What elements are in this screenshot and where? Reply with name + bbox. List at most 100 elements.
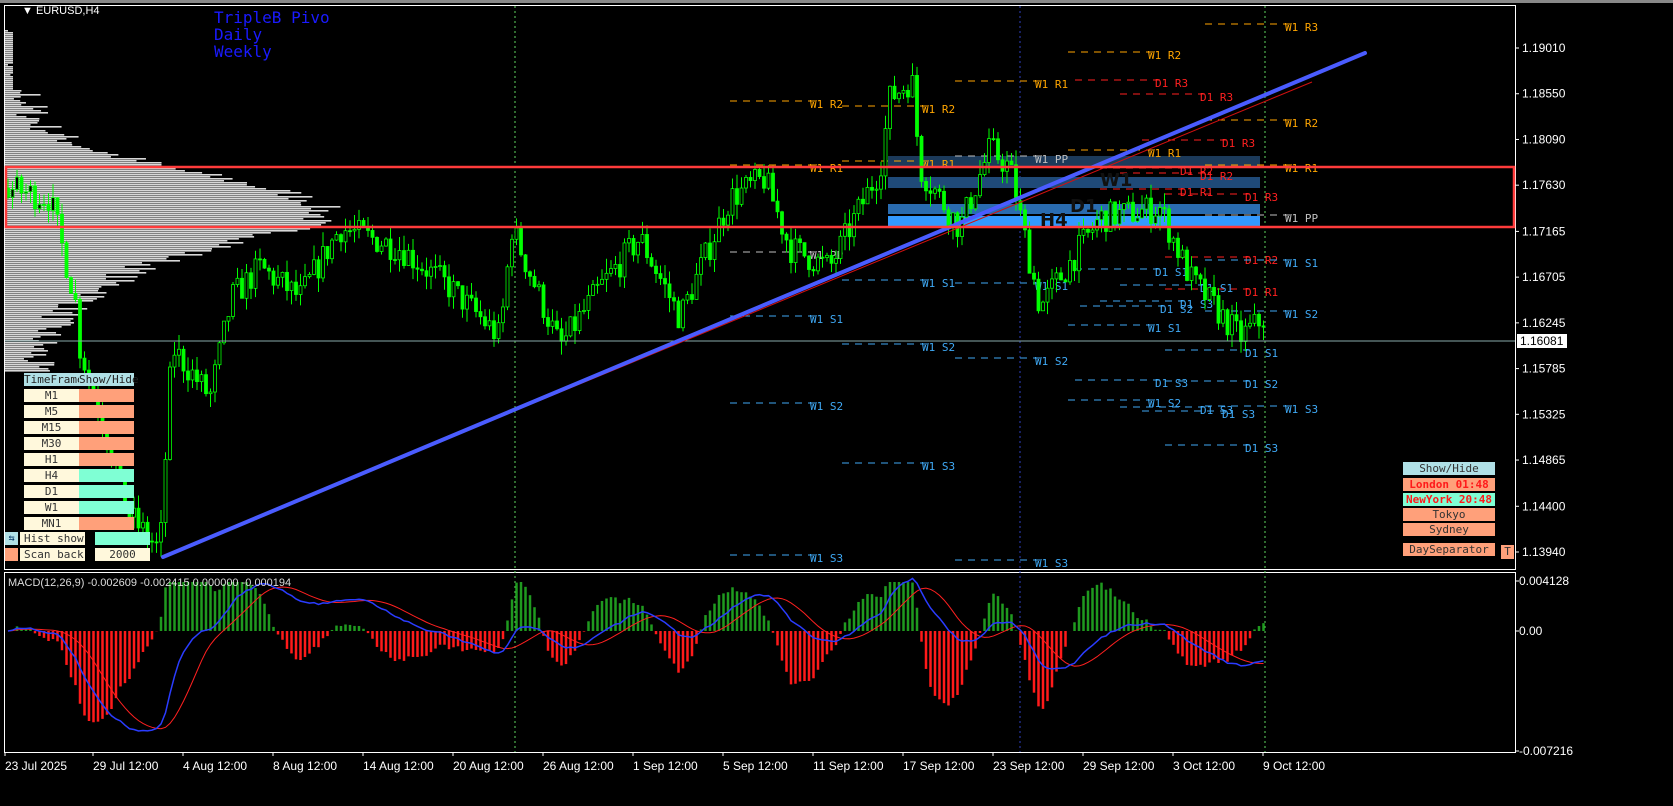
profile-bar bbox=[5, 106, 48, 108]
profile-bar bbox=[5, 112, 49, 114]
timeframe-toggle[interactable] bbox=[79, 437, 134, 450]
pivot-label: W1 R1 bbox=[1035, 78, 1068, 91]
profile-bar bbox=[5, 48, 13, 50]
candle-body bbox=[339, 234, 343, 243]
profile-bar bbox=[5, 332, 57, 334]
timeframe-toggle[interactable] bbox=[79, 453, 134, 466]
candle-body bbox=[1149, 197, 1153, 224]
symbol-label[interactable]: ▼ EURUSD,H4 bbox=[22, 5, 100, 17]
candle-body bbox=[442, 265, 447, 278]
candle-body bbox=[240, 277, 244, 299]
pivot-label: W1 R1 bbox=[922, 158, 955, 171]
candle-body bbox=[631, 238, 636, 256]
session-tokyo[interactable]: Tokyo bbox=[1403, 508, 1495, 521]
candle-body bbox=[784, 233, 789, 241]
timeframe-row: H4 bbox=[24, 469, 134, 482]
profile-bar bbox=[5, 272, 147, 274]
profile-bar bbox=[5, 126, 62, 128]
candle-body bbox=[321, 246, 325, 279]
candle-body bbox=[78, 298, 82, 359]
show-hide-header: Show/Hide bbox=[79, 373, 139, 386]
timeframe-toggle[interactable] bbox=[79, 485, 134, 498]
candle-body bbox=[838, 235, 843, 259]
profile-bar bbox=[5, 128, 31, 130]
candle-body bbox=[496, 322, 501, 340]
profile-bar bbox=[5, 80, 13, 82]
profile-bar bbox=[5, 148, 90, 150]
profile-bar bbox=[5, 200, 307, 202]
hist-show-toggle[interactable] bbox=[95, 532, 150, 545]
timeframe-toggle[interactable] bbox=[79, 421, 134, 434]
scan-back-icon[interactable] bbox=[5, 548, 18, 561]
timeframe-name: H1 bbox=[24, 453, 79, 466]
candle-body bbox=[694, 273, 699, 300]
profile-bar bbox=[5, 82, 13, 84]
candle-body bbox=[343, 230, 348, 243]
profile-bar bbox=[5, 110, 42, 112]
candle-body bbox=[69, 277, 73, 294]
candle-body bbox=[892, 85, 897, 100]
profile-bar bbox=[5, 310, 53, 312]
profile-bar bbox=[5, 316, 42, 318]
profile-bar bbox=[5, 358, 24, 360]
dropdown-triangle-icon[interactable]: ▼ bbox=[22, 5, 33, 17]
pivot-label: W1 R1 bbox=[1148, 147, 1181, 160]
candle-body bbox=[798, 238, 802, 244]
candle-body bbox=[406, 249, 411, 266]
profile-bar bbox=[5, 172, 203, 174]
indicator-name: TripleB Pivo bbox=[214, 8, 330, 27]
candle-body bbox=[861, 198, 865, 205]
pivot-label: D1 S3 bbox=[1222, 408, 1255, 421]
candle-body bbox=[1104, 210, 1108, 232]
candle-body bbox=[177, 348, 181, 356]
price-tick-label: 1.13940 bbox=[1522, 545, 1566, 559]
candle-body bbox=[1230, 314, 1234, 336]
profile-bar bbox=[5, 84, 13, 86]
profile-bar bbox=[5, 180, 225, 182]
candle-body bbox=[519, 227, 523, 256]
pivot-label: D1 S3 bbox=[1245, 442, 1278, 455]
candle-body bbox=[1072, 260, 1077, 272]
session-newyork[interactable]: NewYork 20:48 bbox=[1403, 493, 1495, 506]
timeframe-toggle[interactable] bbox=[79, 501, 134, 514]
timeframe-toggle[interactable] bbox=[79, 517, 134, 530]
timeframe-toggle[interactable] bbox=[79, 469, 134, 482]
sessions-show-hide-button[interactable]: Show/Hide bbox=[1403, 462, 1495, 475]
candle-body bbox=[915, 75, 919, 137]
candle-body bbox=[402, 250, 406, 266]
candle-body bbox=[789, 239, 793, 264]
session-sydney[interactable]: Sydney bbox=[1403, 523, 1495, 536]
profile-bar bbox=[5, 260, 180, 262]
profile-bar bbox=[5, 232, 271, 234]
candle-body bbox=[348, 230, 352, 233]
profile-bar bbox=[5, 212, 309, 214]
candle-body bbox=[1135, 217, 1140, 222]
day-separator-button[interactable]: DaySeparator bbox=[1403, 543, 1495, 556]
timeframe-toggle[interactable] bbox=[79, 389, 134, 402]
t-button[interactable]: T bbox=[1501, 545, 1514, 559]
price-tick-label: 1.18090 bbox=[1522, 132, 1566, 146]
scan-back-input[interactable]: 2000 bbox=[95, 548, 150, 561]
candle-body bbox=[865, 187, 870, 205]
candle-body bbox=[186, 370, 190, 381]
candle-body bbox=[258, 258, 262, 261]
candle-body bbox=[456, 281, 460, 287]
profile-bar bbox=[5, 230, 298, 232]
candle-body bbox=[64, 242, 69, 278]
pivot-label: D1 S2 bbox=[1245, 378, 1278, 391]
session-london[interactable]: London 01:48 bbox=[1403, 478, 1495, 491]
profile-bar bbox=[5, 214, 321, 216]
candle-body bbox=[591, 284, 595, 296]
hist-toggle-icon[interactable]: ⇆ bbox=[5, 532, 18, 545]
timeframe-row: H1 bbox=[24, 453, 134, 466]
candle-body bbox=[510, 238, 514, 268]
candle-body bbox=[604, 272, 609, 280]
profile-bar bbox=[5, 92, 21, 94]
candle-body bbox=[843, 223, 847, 237]
profile-bar bbox=[5, 136, 79, 138]
chart-canvas[interactable]: W1 R3 W1 R2 W1 R1 W1 R2 W1 R2 W1 R2 W1 R1 W1 R1… bbox=[0, 0, 1673, 806]
pivot-label: D1 R3 bbox=[1155, 77, 1188, 90]
timeframe-row: M15 bbox=[24, 421, 134, 434]
timeframe-toggle[interactable] bbox=[79, 405, 134, 418]
candle-body bbox=[271, 270, 276, 286]
